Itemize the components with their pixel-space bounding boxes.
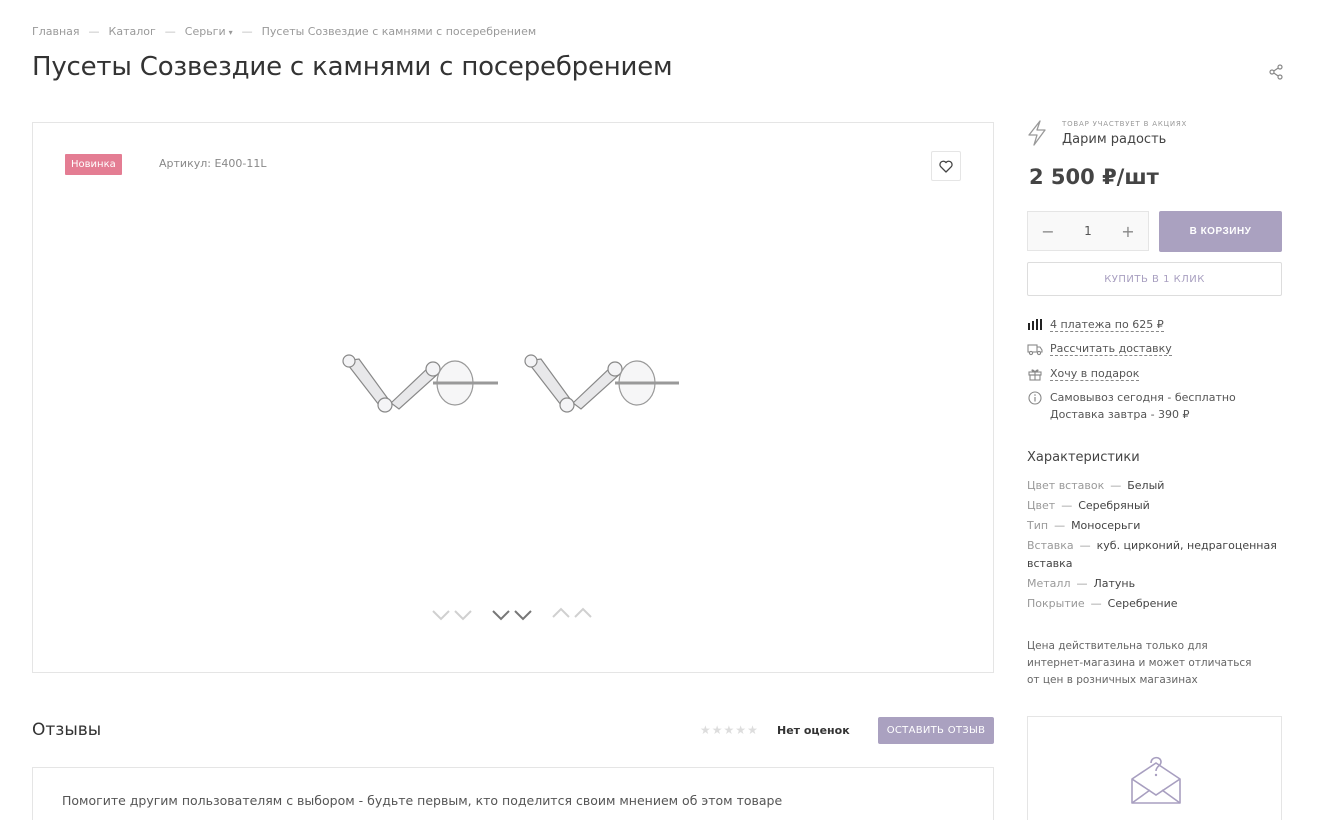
spec-dash: — [1110, 479, 1122, 492]
spec-key: Тип [1027, 519, 1049, 532]
specs-title: Характеристики [1027, 450, 1140, 465]
spec-row: Тип — Моносерьги [1027, 517, 1282, 535]
caret-down-icon: ▾ [228, 28, 233, 37]
breadcrumb-separator: — [88, 25, 100, 38]
spec-key: Цвет вставок [1027, 479, 1105, 492]
delivery-calc-row: Рассчитать доставку [1027, 342, 1172, 356]
breadcrumb-catalog[interactable]: Каталог [109, 25, 156, 38]
bolt-icon [1028, 120, 1046, 146]
question-box [1027, 716, 1282, 820]
page-title: Пусеты Созвездие с камнями с посеребрени… [32, 52, 673, 82]
spec-dash: — [1079, 539, 1091, 552]
installments-link[interactable]: 4 платежа по 625 ₽ [1050, 318, 1164, 332]
spec-key: Покрытие [1027, 597, 1085, 610]
breadcrumb-earrings-label: Серьги [184, 25, 226, 38]
price-note: Цена действительна только для интернет-м… [1027, 640, 1252, 686]
gift-icon [1028, 369, 1042, 381]
spec-row: Вставка — куб. цирконий, недрагоценная вст… [1027, 537, 1282, 573]
spec-value: Серебряный [1078, 499, 1150, 512]
breadcrumb-separator: — [164, 25, 176, 38]
rating-text: Нет оценок [777, 724, 850, 737]
article-number: Артикул: E400-11L [159, 157, 267, 170]
spec-value: Латунь [1093, 577, 1136, 590]
add-to-cart-button[interactable]: В КОРЗИНУ [1159, 211, 1282, 252]
breadcrumb: Главная — Каталог — Серьги ▾ — Пусеты Соз… [32, 25, 536, 38]
gift-row: Хочу в подарок [1027, 367, 1140, 381]
leave-review-button[interactable]: ОСТАВИТЬ ОТЗЫВ [878, 717, 994, 744]
installment-icon [1028, 319, 1042, 330]
heart-icon [939, 160, 953, 173]
quantity-stepper: − 1 + [1027, 211, 1149, 251]
review-prompt: Помогите другим пользователям с выбором … [62, 793, 783, 808]
spec-dash: — [1061, 499, 1073, 512]
installments-row: 4 платежа по 625 ₽ [1027, 318, 1164, 332]
breadcrumb-home[interactable]: Главная [32, 25, 80, 38]
thumbnail-3[interactable] [549, 605, 595, 623]
info-icon [1028, 391, 1042, 405]
product-gallery: Новинка Артикул: E400-11L [32, 122, 994, 673]
spec-dash: — [1076, 577, 1088, 590]
product-image[interactable] [333, 333, 693, 433]
earring-left [342, 354, 498, 413]
spec-dash: — [1090, 597, 1102, 610]
spec-value: Моносерьги [1071, 519, 1141, 532]
spec-row: Металл — Латунь [1027, 575, 1282, 593]
star-icon: ★ [711, 723, 723, 737]
delivery-calc-link[interactable]: Рассчитать доставку [1050, 342, 1172, 356]
gift-link[interactable]: Хочу в подарок [1050, 367, 1140, 381]
spec-value: Серебрение [1107, 597, 1178, 610]
thumbnail-2[interactable] [489, 605, 535, 623]
spec-key: Вставка [1027, 539, 1074, 552]
thumbnail-1[interactable] [429, 605, 475, 623]
quantity-increase-button[interactable]: + [1120, 222, 1136, 241]
review-box: Помогите другим пользователям с выбором … [32, 767, 994, 820]
delivery-info-row: Самовывоз сегодня - бесплатно Доставка з… [1027, 389, 1236, 423]
product-price: 2 500 ₽/шт [1029, 165, 1159, 189]
reviews-title: Отзывы [32, 720, 102, 740]
breadcrumb-earrings[interactable]: Серьги ▾ [185, 25, 233, 38]
quantity-value[interactable]: 1 [1084, 224, 1092, 238]
quantity-decrease-button[interactable]: − [1040, 222, 1056, 241]
spec-row: Цвет — Серебряный [1027, 497, 1282, 515]
spec-key: Цвет [1027, 499, 1056, 512]
spec-row: Цвет вставок — Белый [1027, 477, 1282, 495]
star-icon: ★ [723, 723, 735, 737]
delivery-info: Самовывоз сегодня - бесплатно Доставка з… [1050, 389, 1236, 423]
spec-value: Белый [1127, 479, 1165, 492]
star-icon: ★ [747, 723, 758, 737]
favorite-button[interactable] [931, 151, 961, 181]
buy-one-click-button[interactable]: КУПИТЬ В 1 КЛИК [1027, 262, 1282, 296]
spec-dash: — [1054, 519, 1066, 532]
truck-icon [1027, 344, 1043, 356]
earring-right [524, 354, 679, 413]
star-icon: ★ [700, 723, 711, 737]
breadcrumb-separator: — [241, 25, 253, 38]
star-icon: ★ [735, 723, 747, 737]
share-icon[interactable] [1267, 63, 1285, 81]
spec-key: Металл [1027, 577, 1071, 590]
envelope-question-icon [1131, 756, 1181, 804]
promo-caption: Товар участвует в акциях [1062, 120, 1188, 128]
pickup-text: Самовывоз сегодня - бесплатно [1050, 391, 1236, 404]
new-badge: Новинка [65, 154, 122, 175]
spec-row: Покрытие — Серебрение [1027, 595, 1282, 613]
breadcrumb-current: Пусеты Созвездие с камнями с посеребрени… [261, 25, 537, 38]
thumbnail-strip [429, 605, 595, 623]
promo-name[interactable]: Дарим радость [1062, 132, 1166, 147]
rating-stars: ★ ★ ★ ★ ★ [700, 723, 758, 737]
delivery-text: Доставка завтра - 390 ₽ [1050, 408, 1190, 421]
